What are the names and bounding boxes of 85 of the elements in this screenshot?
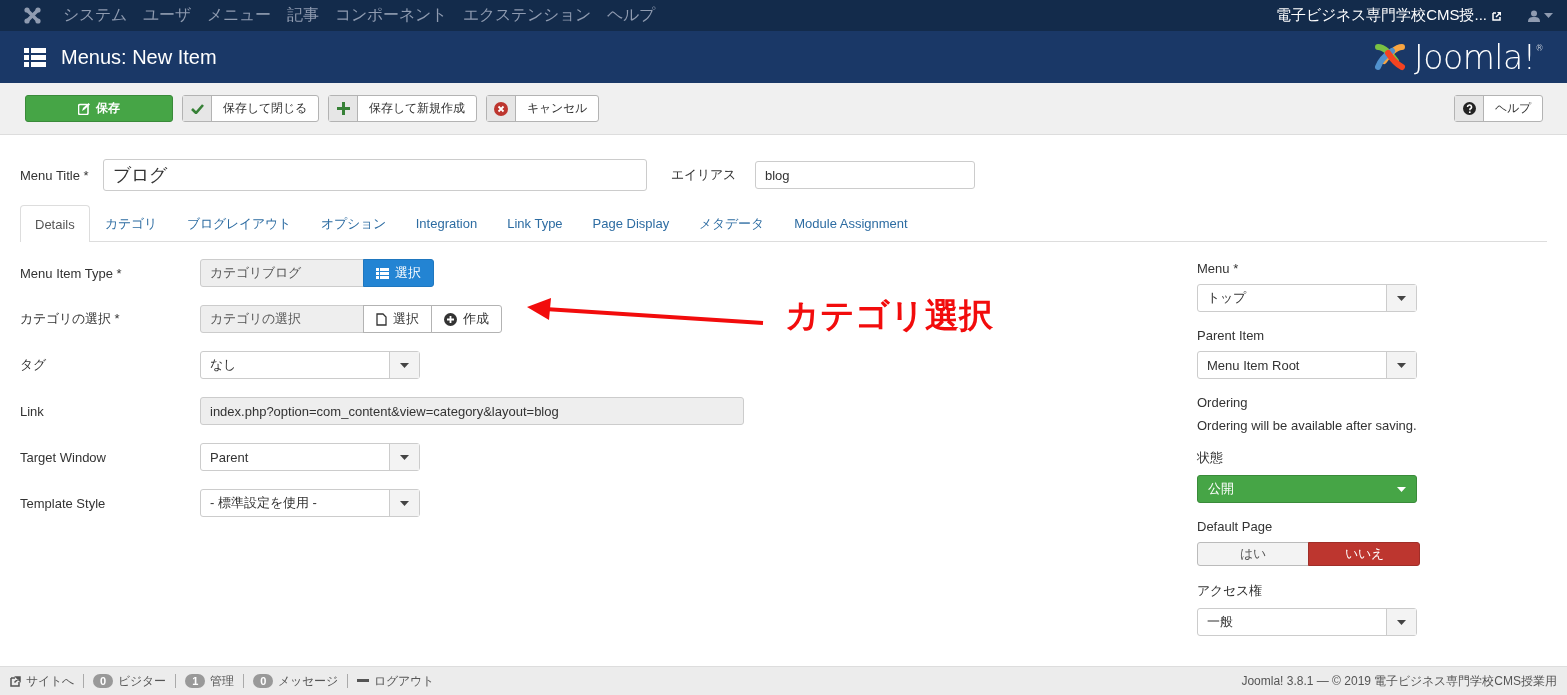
- status-label[interactable]: メッセージ: [278, 672, 339, 690]
- tab[interactable]: Module Assignment: [779, 205, 923, 241]
- caret-icon: [1397, 486, 1406, 492]
- field-label: Target Window: [20, 449, 107, 465]
- field-label: エイリアス: [671, 166, 736, 184]
- field-label: Menu Title *: [20, 167, 90, 183]
- edit-icon: [78, 102, 90, 115]
- cancel-icon: [494, 101, 508, 116]
- caret-icon: [400, 362, 409, 368]
- create-button[interactable]: 作成: [431, 305, 502, 333]
- link-field: index.php?option=com_content&view=category&layout=blog: [200, 397, 744, 425]
- tab[interactable]: Link Type: [492, 205, 578, 241]
- tab[interactable]: オプション: [305, 205, 401, 241]
- plus-icon: [336, 102, 350, 115]
- tab[interactable]: Integration: [400, 205, 493, 241]
- external-link-icon: [1492, 10, 1502, 21]
- field-label: カテゴリの選択 *: [20, 310, 121, 328]
- caret-icon: [1397, 295, 1406, 301]
- tab[interactable]: カテゴリ: [89, 205, 172, 241]
- menu-item[interactable]: ヘルプ: [607, 5, 655, 26]
- menu-item[interactable]: メニュー: [207, 5, 271, 26]
- page-title: Menus: New Item: [61, 45, 218, 69]
- alias-input[interactable]: blog: [755, 161, 975, 189]
- menu-item[interactable]: コンポーネント: [335, 5, 447, 26]
- joomla-icon[interactable]: [24, 7, 41, 24]
- footer-text: Joomla! 3.8.1 — © 2019 電子ビジネス専門学校CMS授業用: [1241, 672, 1557, 690]
- status-label[interactable]: 管理: [210, 672, 235, 690]
- external-link-icon: [10, 675, 21, 687]
- field-label: Template Style: [20, 495, 107, 511]
- field-label: Ordering: [1197, 395, 1249, 410]
- select-field[interactable]: なし: [200, 351, 420, 379]
- cancel-button[interactable]: キャンセル: [486, 95, 599, 122]
- count-badge: 0: [93, 674, 114, 688]
- field-label: アクセス権: [1197, 582, 1263, 600]
- site-link[interactable]: 電子ビジネス専門学校CMS授...: [1276, 6, 1502, 25]
- title-input[interactable]: ブログ: [103, 159, 647, 191]
- field-label: 状態: [1197, 449, 1224, 467]
- help-icon: [1462, 102, 1476, 115]
- tab[interactable]: ブログレイアウト: [171, 205, 306, 241]
- select-button[interactable]: 選択: [363, 259, 434, 287]
- menu-item[interactable]: エクステンション: [463, 5, 591, 26]
- check-icon: [190, 103, 204, 114]
- help-button[interactable]: ヘルプ: [1454, 95, 1543, 122]
- menu-item[interactable]: システム: [63, 5, 127, 26]
- caret-icon: [400, 454, 409, 460]
- field-label: Menu Item Type *: [20, 265, 123, 281]
- annotation-text: カテゴリ選択: [785, 295, 993, 336]
- caret-icon: [1544, 13, 1553, 18]
- menu-item[interactable]: 記事: [287, 5, 319, 26]
- select-field[interactable]: Menu Item Root: [1197, 351, 1417, 379]
- save-new-button[interactable]: 保存して新規作成: [328, 95, 477, 122]
- tab[interactable]: Page Display: [577, 205, 685, 241]
- caret-icon: [1397, 619, 1406, 625]
- menu-item[interactable]: ユーザ: [143, 5, 191, 26]
- user-icon[interactable]: [1528, 9, 1540, 22]
- select-field[interactable]: トップ: [1197, 284, 1417, 312]
- ordering-note: Ordering will be available after saving.: [1197, 418, 1418, 433]
- count-badge: 1: [185, 674, 206, 688]
- select-field[interactable]: 一般: [1197, 608, 1417, 636]
- save-close-button[interactable]: 保存して閉じる: [182, 95, 319, 122]
- field-label: Parent Item: [1197, 328, 1266, 343]
- list-icon: [376, 267, 389, 279]
- field-label: Link: [20, 403, 45, 419]
- caret-icon: [1397, 362, 1406, 368]
- select-field[interactable]: - 標準設定を使用 -: [200, 489, 420, 517]
- site-link[interactable]: サイトへ: [26, 672, 74, 690]
- tab[interactable]: Details: [20, 205, 90, 242]
- status-label[interactable]: ビジター: [118, 672, 167, 690]
- tab[interactable]: メタデータ: [684, 205, 780, 241]
- menu-list-icon: [24, 47, 46, 67]
- toggle-option[interactable]: いいえ: [1308, 542, 1420, 566]
- select-field[interactable]: Parent: [200, 443, 420, 471]
- caret-icon: [400, 500, 409, 506]
- field-label: Default Page: [1197, 519, 1274, 534]
- field-label: Menu *: [1197, 261, 1240, 276]
- field-label: タグ: [20, 356, 47, 374]
- logout-link[interactable]: ログアウト: [374, 672, 435, 690]
- minus-icon: [357, 679, 370, 683]
- count-badge: 0: [253, 674, 274, 688]
- file-icon: [376, 312, 387, 326]
- toggle-option[interactable]: はい: [1197, 542, 1309, 566]
- readonly-field: カテゴリブログ: [200, 259, 364, 287]
- plus-circle-icon: [444, 312, 457, 326]
- select-button[interactable]: 選択: [363, 305, 432, 333]
- readonly-field: カテゴリの選択: [200, 305, 364, 333]
